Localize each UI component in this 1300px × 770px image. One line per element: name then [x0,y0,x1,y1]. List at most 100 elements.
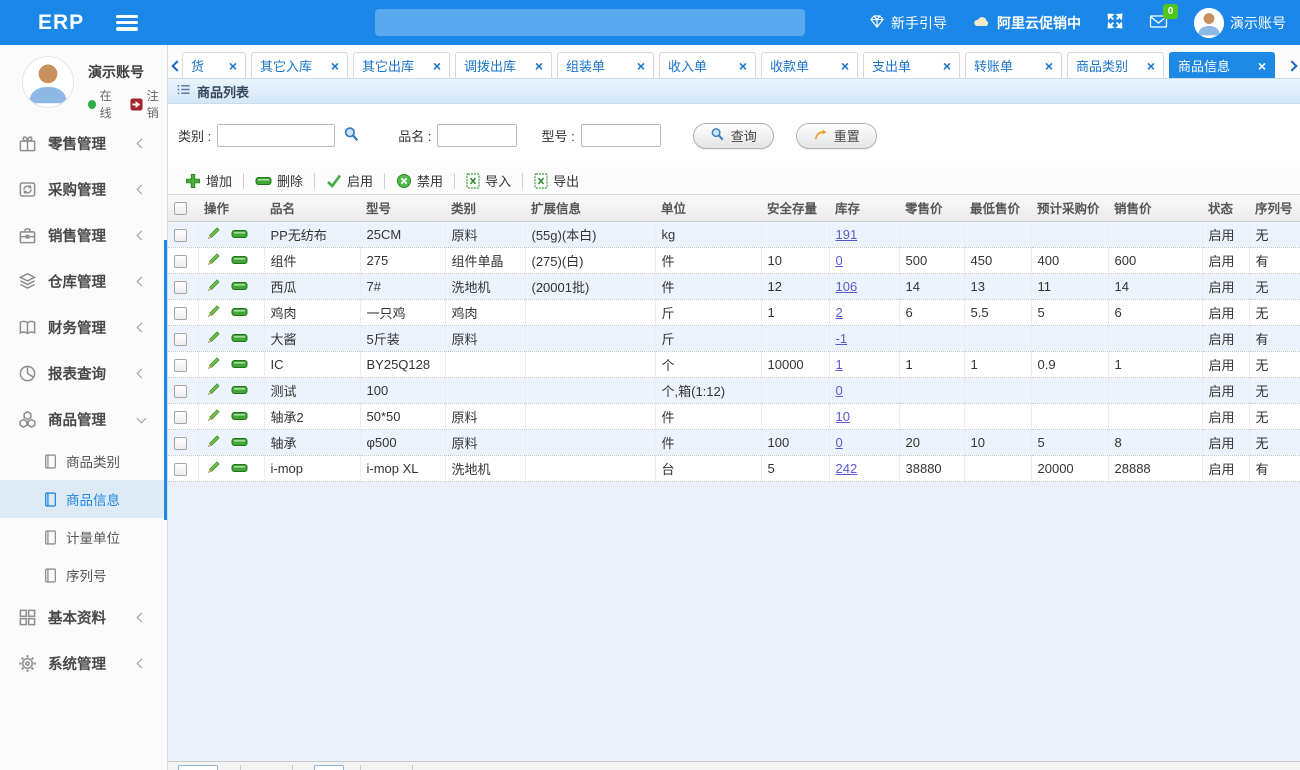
tab-close-icon[interactable]: × [739,58,747,74]
tab-scroll-right-icon[interactable] [1286,53,1300,78]
tab-1[interactable]: 货× [182,52,246,78]
tab-7[interactable]: 收款单× [761,52,858,78]
column-header-1[interactable] [168,195,198,221]
edit-icon[interactable] [205,460,221,476]
row-checkbox[interactable] [174,385,187,398]
toolbar-button-2[interactable]: 删除 [246,170,312,192]
promo-link[interactable]: 阿里云促销中 [973,13,1081,33]
sidebar-subitem-1[interactable]: 商品类别 [0,442,167,480]
column-header-8[interactable]: 安全存量 [761,195,829,221]
delete-icon[interactable] [231,382,248,398]
menu-toggle-icon[interactable] [116,15,138,31]
tab-8[interactable]: 支出单× [863,52,960,78]
column-header-14[interactable]: 状态 [1202,195,1249,221]
row-checkbox[interactable] [174,307,187,320]
stock-link[interactable]: -1 [836,331,848,346]
fullscreen-button[interactable] [1107,13,1123,32]
row-checkbox[interactable] [174,437,187,450]
toolbar-button-6[interactable]: 导出 [525,170,588,192]
tab-2[interactable]: 其它入库× [251,52,348,78]
stock-link[interactable]: 1 [836,357,843,372]
delete-icon[interactable] [231,304,248,320]
column-header-12[interactable]: 预计采购价 [1031,195,1108,221]
delete-icon[interactable] [231,226,248,242]
delete-icon[interactable] [231,460,248,476]
tab-close-icon[interactable]: × [1258,58,1266,74]
column-header-15[interactable]: 序列号 [1249,195,1300,221]
edit-icon[interactable] [205,382,221,398]
column-header-10[interactable]: 零售价 [899,195,964,221]
reset-button[interactable]: 重置 [796,123,877,149]
tab-5[interactable]: 组装单× [557,52,654,78]
row-checkbox[interactable] [174,255,187,268]
edit-icon[interactable] [205,408,221,424]
tab-10[interactable]: 商品类别× [1067,52,1164,78]
tab-close-icon[interactable]: × [331,58,339,74]
toolbar-button-4[interactable]: 禁用 [387,170,452,192]
sidebar-item-8[interactable]: 基本资料 [0,594,167,640]
sidebar-item-3[interactable]: 销售管理 [0,212,167,258]
stock-link[interactable]: 0 [836,253,843,268]
column-header-5[interactable]: 类别 [445,195,525,221]
row-checkbox[interactable] [174,411,187,424]
edit-icon[interactable] [205,330,221,346]
tab-3[interactable]: 其它出库× [353,52,450,78]
category-lookup-icon[interactable] [343,126,360,146]
edit-icon[interactable] [205,278,221,294]
tab-6[interactable]: 收入单× [659,52,756,78]
sidebar-scrollbar[interactable] [164,240,167,520]
name-input[interactable] [437,124,517,147]
delete-icon[interactable] [231,330,248,346]
search-button[interactable]: 查询 [693,123,774,149]
column-header-7[interactable]: 单位 [655,195,761,221]
sidebar-item-2[interactable]: 采购管理 [0,166,167,212]
tab-scroll-left-icon[interactable] [168,53,182,78]
sidebar-subitem-2[interactable]: 商品信息 [0,480,167,518]
stock-link[interactable]: 191 [836,227,858,242]
edit-icon[interactable] [205,356,221,372]
row-checkbox[interactable] [174,229,187,242]
tab-close-icon[interactable]: × [535,58,543,74]
tab-close-icon[interactable]: × [1045,58,1053,74]
row-checkbox[interactable] [174,333,187,346]
edit-icon[interactable] [205,434,221,450]
tab-close-icon[interactable]: × [1147,58,1155,74]
tab-close-icon[interactable]: × [229,58,237,74]
page-number-input[interactable] [314,765,344,770]
sidebar-subitem-4[interactable]: 序列号 [0,556,167,594]
tab-4[interactable]: 调拨出库× [455,52,552,78]
edit-icon[interactable] [205,304,221,320]
column-header-13[interactable]: 销售价 [1108,195,1202,221]
column-header-9[interactable]: 库存 [829,195,899,221]
guide-link[interactable]: 新手引导 [869,13,947,33]
stock-link[interactable]: 106 [836,279,858,294]
stock-link[interactable]: 0 [836,383,843,398]
row-checkbox[interactable] [174,281,187,294]
delete-icon[interactable] [231,408,248,424]
sidebar-item-5[interactable]: 财务管理 [0,304,167,350]
tab-9[interactable]: 转账单× [965,52,1062,78]
stock-link[interactable]: 10 [836,409,850,424]
edit-icon[interactable] [205,226,221,242]
delete-icon[interactable] [231,356,248,372]
column-header-11[interactable]: 最低售价 [964,195,1031,221]
column-header-4[interactable]: 型号 [360,195,445,221]
edit-icon[interactable] [205,252,221,268]
stock-link[interactable]: 242 [836,461,858,476]
sidebar-item-7[interactable]: 商品管理 [0,396,167,442]
select-all-checkbox[interactable] [174,202,187,215]
tab-close-icon[interactable]: × [637,58,645,74]
column-header-3[interactable]: 品名 [264,195,360,221]
column-header-6[interactable]: 扩展信息 [525,195,655,221]
messages-button[interactable]: 0 [1149,13,1168,32]
tab-11[interactable]: 商品信息× [1169,52,1275,78]
sidebar-subitem-3[interactable]: 计量单位 [0,518,167,556]
delete-icon[interactable] [231,278,248,294]
column-header-2[interactable]: 操作 [198,195,264,221]
category-input[interactable] [217,124,335,147]
sidebar-item-1[interactable]: 零售管理 [0,120,167,166]
tab-close-icon[interactable]: × [841,58,849,74]
page-size-select[interactable] [178,765,218,770]
stock-link[interactable]: 2 [836,305,843,320]
toolbar-button-1[interactable]: 增加 [176,170,241,192]
